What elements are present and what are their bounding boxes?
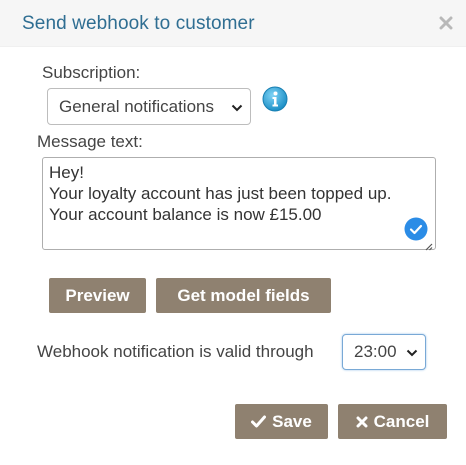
save-button[interactable]: Save bbox=[235, 404, 328, 439]
dialog-titlebar: Send webhook to customer bbox=[0, 0, 466, 47]
message-text-label: Message text: bbox=[37, 132, 143, 151]
valid-through-time-select[interactable]: 23:00 bbox=[342, 334, 426, 370]
subscription-selected-value: General notifications bbox=[59, 96, 214, 116]
info-icon[interactable] bbox=[262, 86, 288, 112]
x-icon bbox=[356, 416, 368, 428]
checkmark-icon bbox=[251, 415, 267, 428]
chevron-down-icon bbox=[231, 97, 243, 117]
chevron-down-icon bbox=[406, 342, 418, 362]
subscription-select[interactable]: General notifications bbox=[47, 88, 251, 125]
message-textarea[interactable]: Hey! Your loyalty account has just been … bbox=[42, 157, 436, 250]
get-model-fields-button-label: Get model fields bbox=[177, 285, 310, 305]
dialog-title: Send webhook to customer bbox=[22, 13, 255, 34]
save-button-label: Save bbox=[272, 411, 312, 431]
get-model-fields-button[interactable]: Get model fields bbox=[156, 278, 331, 313]
cancel-button[interactable]: Cancel bbox=[338, 404, 447, 439]
preview-button[interactable]: Preview bbox=[49, 278, 146, 313]
valid-through-time-value: 23:00 bbox=[354, 342, 397, 361]
subscription-label: Subscription: bbox=[42, 63, 141, 82]
preview-button-label: Preview bbox=[65, 285, 130, 305]
resize-handle-icon[interactable] bbox=[423, 238, 433, 251]
cancel-button-label: Cancel bbox=[373, 411, 430, 431]
send-webhook-dialog: Send webhook to customer Subscription: G… bbox=[0, 0, 466, 465]
validity-label: Webhook notification is valid through bbox=[37, 342, 314, 361]
close-icon[interactable] bbox=[439, 16, 453, 30]
